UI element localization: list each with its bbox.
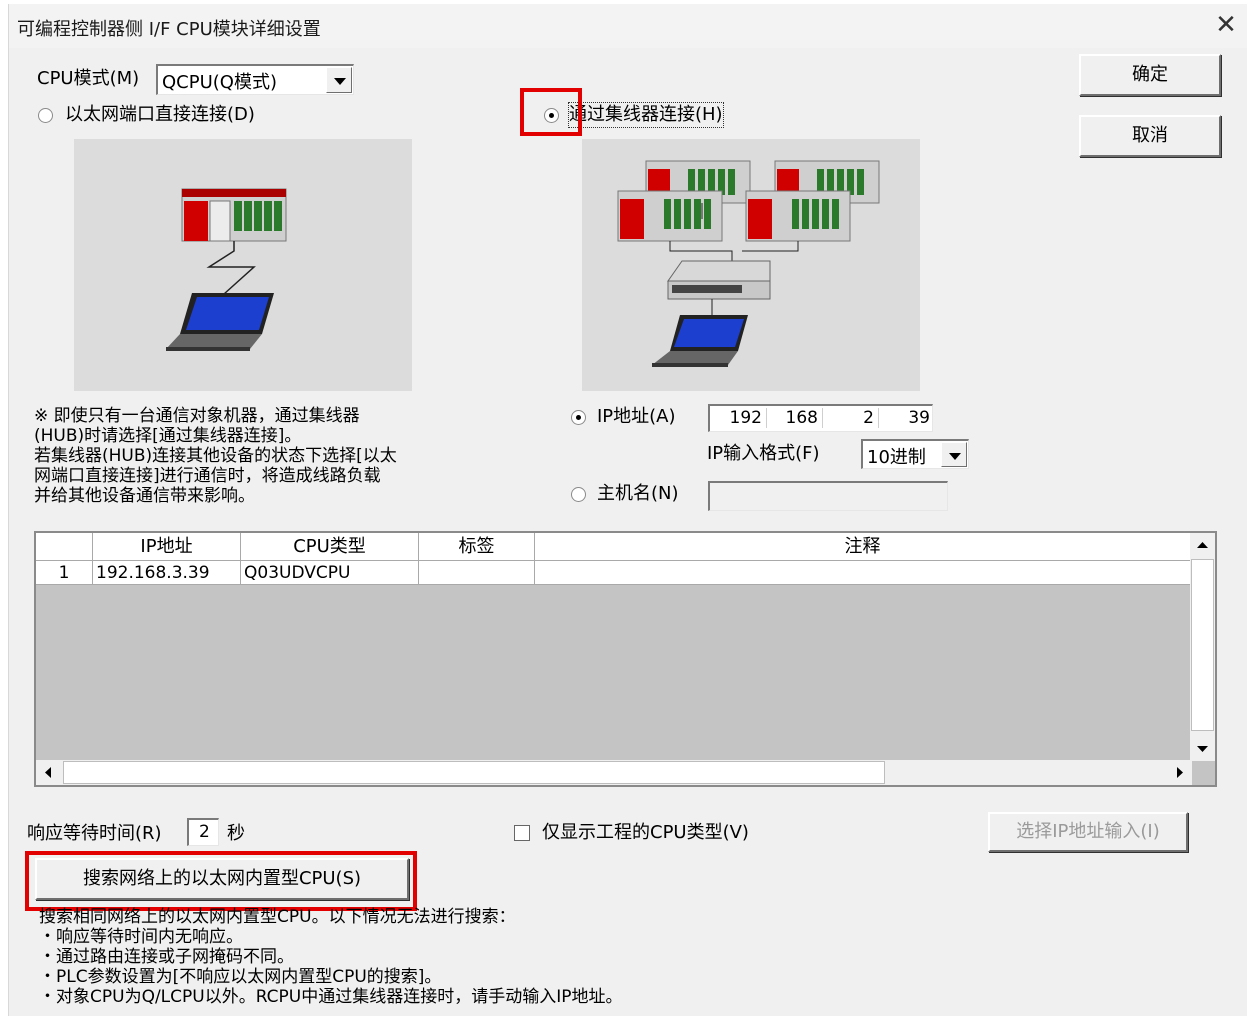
table-cell-comment[interactable] [535, 561, 1191, 585]
cpu-mode-value: QCPU(Q模式) [162, 72, 277, 93]
vertical-scrollbar[interactable] [1190, 533, 1215, 761]
ip-address-radio[interactable] [571, 410, 586, 425]
ip-address-label[interactable]: IP地址(A) [597, 405, 676, 429]
cpu-mode-label: CPU模式(M) [37, 68, 140, 89]
scroll-right-button[interactable] [1167, 760, 1192, 785]
response-wait-value: 2 [199, 822, 210, 842]
response-wait-input[interactable]: 2 [187, 818, 219, 846]
search-info-line-2: ・响应等待时间内无响应。 [39, 927, 243, 947]
hostname-field[interactable] [708, 481, 948, 511]
only-project-cpu-label[interactable]: 仅显示工程的CPU类型(V) [542, 821, 749, 845]
ip-octet-2[interactable]: 168 [766, 408, 818, 428]
ip-octet-3[interactable]: 2 [822, 408, 874, 428]
cpu-list-table: IP地址 CPU类型 标签 注释 1 192.168.3.39 Q03UDVCP… [34, 531, 1217, 787]
cancel-button[interactable]: 取消 [1079, 115, 1221, 157]
scroll-up-button[interactable] [1190, 533, 1215, 558]
hub-icon [667, 260, 771, 300]
chevron-down-icon[interactable] [941, 442, 967, 467]
ip-address-field[interactable]: 192 168 2 39 [708, 404, 933, 432]
table-row-index[interactable]: 1 [36, 561, 93, 585]
hostname-radio[interactable] [571, 487, 586, 502]
select-ip-input-button[interactable]: 选择IP地址输入(I) [988, 812, 1188, 852]
ok-button[interactable]: 确定 [1079, 54, 1221, 96]
arrow-left-icon [45, 767, 51, 778]
ip-octet-1[interactable]: 192 [710, 408, 762, 428]
column-header-comment[interactable]: 注释 [535, 533, 1191, 561]
column-header-label[interactable]: 标签 [419, 533, 535, 561]
horizontal-scrollbar[interactable] [36, 760, 1192, 785]
window-title: 可编程控制器侧 I/F CPU模块详细设置 [17, 19, 321, 40]
response-wait-unit: 秒 [227, 823, 245, 844]
highlight-box-search [25, 851, 417, 911]
table-cell-cpu-type[interactable]: Q03UDVCPU [241, 561, 419, 585]
note-line-4: 网端口直接连接]进行通信时，将造成线路负载 [34, 466, 381, 486]
chevron-down-icon[interactable] [326, 67, 352, 93]
column-header-ip[interactable]: IP地址 [93, 533, 241, 561]
title-bar[interactable]: 可编程控制器侧 I/F CPU模块详细设置 ✕ [9, 4, 1247, 48]
search-info-line-1: 搜索相同网络上的以太网内置型CPU。以下情况无法进行搜索： [39, 907, 516, 927]
laptop-icon [652, 315, 748, 367]
note-line-3: 若集线器(HUB)连接其他设备的状态下选择[以太 [34, 446, 397, 466]
arrow-right-icon [1177, 767, 1183, 778]
direct-connection-radio[interactable] [38, 108, 53, 123]
direct-connection-label[interactable]: 以太网端口直接连接(D) [65, 103, 255, 127]
ip-format-value: 10进制 [867, 447, 926, 468]
ip-format-select[interactable]: 10进制 [861, 439, 969, 469]
scroll-down-button[interactable] [1190, 736, 1215, 761]
scroll-left-button[interactable] [36, 760, 61, 785]
plc-icon [181, 188, 287, 242]
note-line-5: 并给其他设备通信带来影响。 [34, 486, 255, 506]
column-header-index[interactable] [36, 533, 93, 561]
column-header-cpu-type[interactable]: CPU类型 [241, 533, 419, 561]
search-info-line-3: ・通过路由连接或子网掩码不同。 [39, 947, 294, 967]
hostname-label[interactable]: 主机名(N) [597, 482, 679, 506]
laptop-icon [166, 293, 274, 351]
ip-octet-4[interactable]: 39 [878, 408, 930, 428]
hub-connection-illustration [582, 139, 920, 391]
arrow-up-icon [1197, 542, 1208, 548]
vertical-scroll-thumb[interactable] [1191, 559, 1214, 731]
horizontal-scroll-thumb[interactable] [63, 761, 885, 784]
hub-connection-label[interactable]: 通过集线器连接(H) [568, 102, 724, 128]
note-line-2: (HUB)时请选择[通过集线器连接]。 [34, 426, 302, 446]
highlight-box-hub [520, 88, 582, 136]
table-cell-ip[interactable]: 192.168.3.39 [93, 561, 241, 585]
close-icon[interactable]: ✕ [1209, 8, 1243, 42]
search-info-line-4: ・PLC参数设置为[不响应以太网内置型CPU的搜索]。 [39, 967, 442, 987]
search-info-line-5: ・对象CPU为Q/LCPU以外。RCPU中通过集线器连接时，请手动输入IP地址。 [39, 987, 623, 1007]
response-wait-label: 响应等待时间(R) [27, 823, 162, 844]
arrow-down-icon [1197, 746, 1208, 752]
only-project-cpu-checkbox[interactable] [514, 825, 530, 841]
direct-connection-illustration [74, 139, 412, 391]
cpu-mode-select[interactable]: QCPU(Q模式) [156, 64, 354, 95]
table-cell-label[interactable] [419, 561, 535, 585]
ip-format-label: IP输入格式(F) [707, 443, 820, 464]
note-line-1: ※ 即使只有一台通信对象机器，通过集线器 [34, 406, 360, 426]
dialog-window: 可编程控制器侧 I/F CPU模块详细设置 ✕ CPU模式(M) QCPU(Q模… [8, 4, 1247, 1016]
